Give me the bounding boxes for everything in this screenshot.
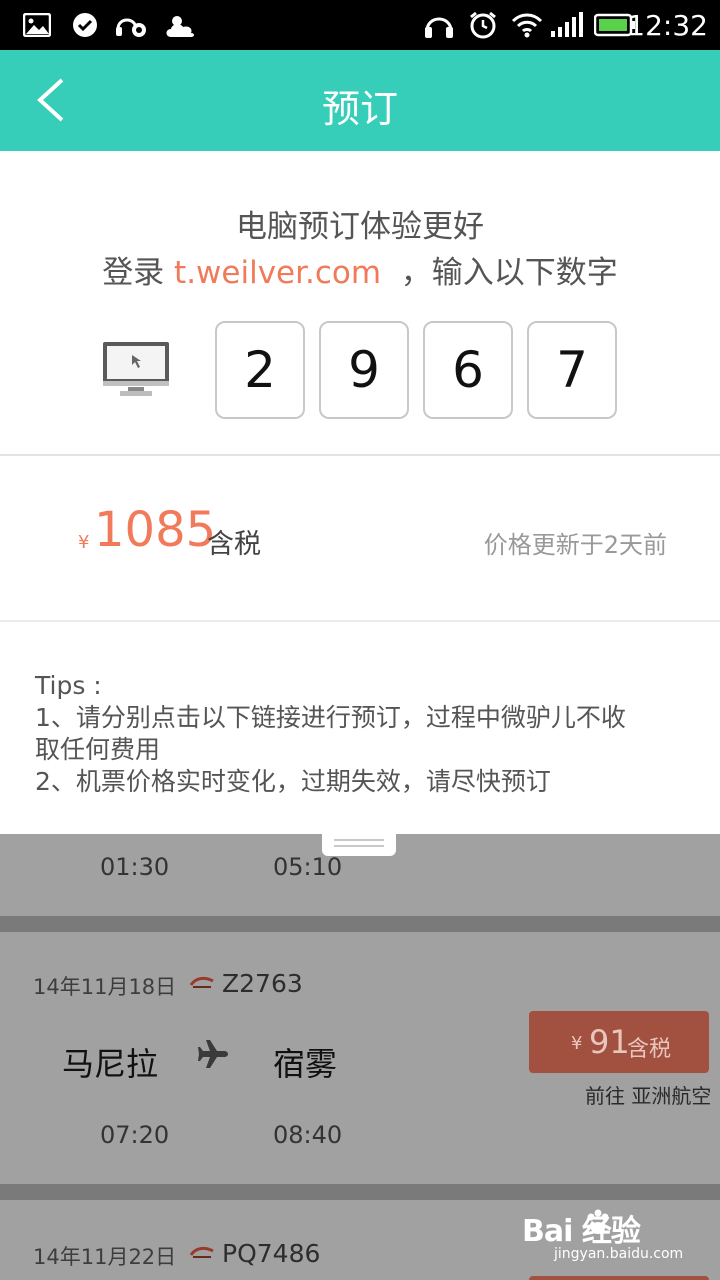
paw-logo-icon (584, 1208, 614, 1242)
book-price-button[interactable]: ¥ 91 含税 (529, 1011, 709, 1073)
page-title: 预订 (321, 87, 398, 131)
pc-login-prefix: 登录 (102, 255, 175, 291)
signal-icon (548, 10, 584, 40)
tips-title: Tips : (35, 671, 102, 700)
flight-number: PQ7486 (222, 1239, 321, 1268)
headphones-icon (422, 10, 456, 40)
status-time: 12:32 (627, 9, 708, 42)
flight-number: Z2763 (222, 969, 303, 998)
book-price-tax: 含税 (627, 1037, 672, 1062)
destination-city: 宿雾 (273, 1045, 338, 1083)
headset-settings-icon (114, 10, 150, 40)
arrive-time: 05:10 (273, 853, 343, 881)
price-tax-label: 含税 (207, 529, 261, 560)
app-header: 预订 (0, 50, 720, 151)
price-amount: 1085 (94, 502, 217, 558)
book-price-currency: ¥ (571, 1033, 583, 1054)
weather-cloud-icon (164, 10, 198, 40)
watermark-url: jingyan.baidu.com (554, 1246, 684, 1262)
flight-date: 14年11月18日 (33, 975, 177, 999)
check-circle-icon (70, 10, 100, 40)
book-price-amount: 91 (589, 1023, 630, 1061)
watermark-brand: Bai 经验 (522, 1214, 641, 1249)
wifi-icon (510, 10, 544, 40)
pc-login-url[interactable]: t.weilver.com (174, 255, 381, 291)
flight-date: 14年11月22日 (33, 1245, 177, 1269)
airline-name: 前往 亚洲航空 (585, 1084, 712, 1108)
flight-card[interactable]: 14年11月18日 Z2763 马尼拉 宿雾 07:20 08:40 ¥ 91 … (0, 932, 720, 1184)
depart-time: 01:30 (100, 853, 170, 881)
status-bar: 12:32 (0, 0, 720, 50)
tips-text: Tips : 1、请分别点击以下链接进行预订，过程中微驴儿不收 取任何费用 2、… (35, 670, 695, 798)
airasia-logo-icon (189, 974, 214, 993)
code-digit-2: 9 (319, 321, 409, 419)
pc-login-suffix: ，输入以下数字 (381, 255, 618, 291)
tips-line-1: 1、请分别点击以下链接进行预订，过程中微驴儿不收 (35, 703, 626, 732)
gallery-icon (22, 10, 52, 40)
code-digit-3: 6 (423, 321, 513, 419)
tips-line-2: 取任何费用 (35, 735, 161, 764)
book-price-button[interactable] (529, 1276, 709, 1280)
price-currency: ¥ (78, 532, 90, 553)
pc-booking-hint: 电脑预订体验更好 (236, 209, 484, 245)
alarm-icon (466, 10, 500, 40)
origin-city: 马尼拉 (62, 1045, 159, 1083)
baidu-watermark: Bai 经验 jingyan.baidu.com (522, 1206, 692, 1266)
depart-time: 07:20 (100, 1121, 170, 1149)
monitor-icon (102, 341, 170, 399)
code-digit-4: 7 (527, 321, 617, 419)
airplane-icon (198, 1038, 230, 1074)
arrive-time: 08:40 (273, 1121, 343, 1149)
code-digit-1: 2 (215, 321, 305, 419)
pc-login-instruction: 登录 t.weilver.com ，输入以下数字 (0, 247, 720, 292)
price-update-time: 价格更新于2天前 (483, 531, 667, 559)
tips-panel: Tips : 1、请分别点击以下链接进行预订，过程中微驴儿不收 取任何费用 2、… (0, 622, 720, 834)
airasia-logo-icon (189, 1244, 214, 1263)
price-panel: ¥ 1085 含税 价格更新于2天前 (0, 456, 720, 622)
tips-line-3: 2、机票价格实时变化，过期失效，请尽快预订 (35, 767, 551, 796)
drawer-handle[interactable] (322, 834, 396, 856)
pc-booking-panel: 电脑预订体验更好 登录 t.weilver.com ，输入以下数字 2 9 6 … (0, 151, 720, 456)
